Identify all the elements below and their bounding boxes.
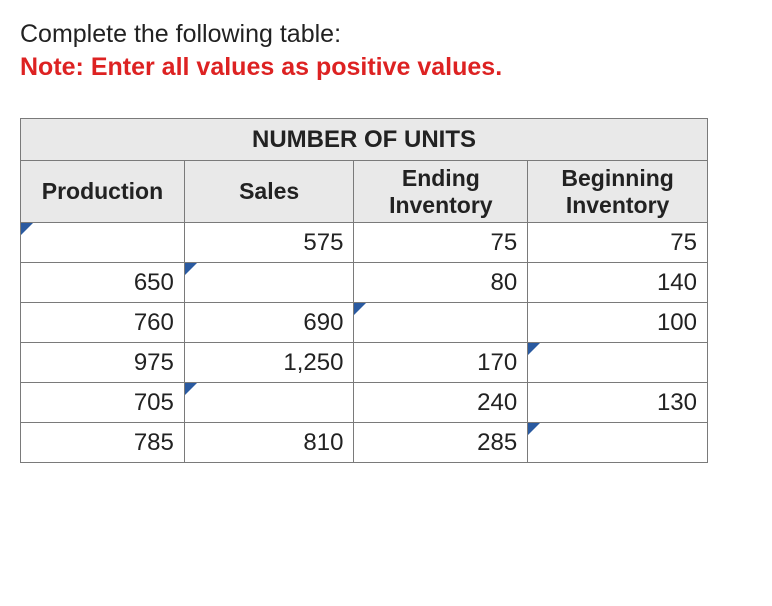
table-row: 5757575 [21, 223, 708, 263]
sales-cell: 575 [184, 223, 354, 263]
production-cell: 785 [21, 423, 185, 463]
beginning-cell: 75 [528, 223, 708, 263]
note-text: Note: Enter all values as positive value… [20, 53, 752, 82]
beginning-cell: 100 [528, 303, 708, 343]
col-header-beginning-inventory: BeginningInventory [528, 161, 708, 223]
beginning-input[interactable] [528, 343, 708, 383]
col-header-ending-inventory: EndingInventory [354, 161, 528, 223]
production-cell: 760 [21, 303, 185, 343]
table-row: 650 80140 [21, 263, 708, 303]
ending-input[interactable] [354, 303, 528, 343]
table-body: 5757575650801407606901009751,25017070524… [21, 223, 708, 463]
input-marker-icon [185, 383, 197, 395]
table-row: 705 240130 [21, 383, 708, 423]
table-row: 9751,250170 [21, 343, 708, 383]
beginning-input[interactable] [528, 423, 708, 463]
col-header-sales: Sales [184, 161, 354, 223]
input-marker-icon [528, 423, 540, 435]
instruction-text: Complete the following table: [20, 20, 752, 49]
table-top-header: NUMBER OF UNITS [21, 119, 708, 161]
input-marker-icon [354, 303, 366, 315]
beginning-cell: 140 [528, 263, 708, 303]
sales-input[interactable] [184, 263, 354, 303]
units-table: NUMBER OF UNITS Production Sales EndingI… [20, 118, 708, 463]
ending-cell: 170 [354, 343, 528, 383]
beginning-cell: 130 [528, 383, 708, 423]
input-marker-icon [21, 223, 33, 235]
table-row: 785810285 [21, 423, 708, 463]
sales-cell: 1,250 [184, 343, 354, 383]
input-marker-icon [185, 263, 197, 275]
sales-cell: 810 [184, 423, 354, 463]
production-cell: 975 [21, 343, 185, 383]
ending-cell: 80 [354, 263, 528, 303]
production-cell: 650 [21, 263, 185, 303]
sales-cell: 690 [184, 303, 354, 343]
ending-cell: 75 [354, 223, 528, 263]
ending-cell: 285 [354, 423, 528, 463]
input-marker-icon [528, 343, 540, 355]
table-row: 760690 100 [21, 303, 708, 343]
col-header-production: Production [21, 161, 185, 223]
sales-input[interactable] [184, 383, 354, 423]
production-input[interactable] [21, 223, 185, 263]
ending-cell: 240 [354, 383, 528, 423]
production-cell: 705 [21, 383, 185, 423]
